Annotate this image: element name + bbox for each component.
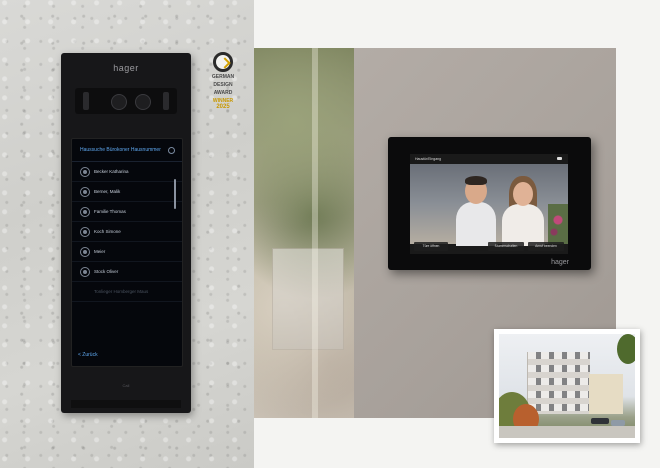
road	[499, 426, 635, 438]
monitor-display: Haustür/Eingang Türe öffnen Stummschalte…	[410, 154, 568, 254]
list-item-label: Koch Simone	[94, 229, 121, 234]
blurred-interior-photo	[254, 48, 354, 418]
car	[591, 418, 609, 424]
apartment-building	[527, 352, 590, 414]
bell-icon	[80, 267, 90, 277]
door-station: hager Haussuche Bürokoner Hausnummer Bec…	[61, 53, 191, 413]
light-slot-right	[163, 92, 169, 110]
list-title-text: Haussuche Bürokoner Hausnummer	[80, 147, 161, 153]
flowers	[548, 204, 568, 244]
end-call-button[interactable]: Anruf beenden	[528, 242, 564, 251]
list-item-label: Meier	[94, 249, 106, 254]
neighbor-building	[589, 374, 623, 414]
indoor-monitor: Haustür/Eingang Türe öffnen Stummschalte…	[388, 137, 591, 270]
list-item[interactable]: Familie Thomas	[72, 202, 182, 222]
sensor-icon	[135, 94, 151, 110]
list-item-label: Berner, Malik	[94, 189, 121, 194]
video-feed	[410, 164, 568, 246]
bell-icon	[80, 227, 90, 237]
person-body	[502, 204, 544, 246]
call-button[interactable]: Call	[61, 383, 191, 388]
building-photo	[494, 329, 640, 443]
award-year: 2025	[216, 104, 230, 110]
bell-icon	[80, 247, 90, 257]
door-station-brand: hager	[113, 63, 139, 73]
search-icon[interactable]	[168, 147, 175, 154]
monitor-brand: hager	[551, 259, 569, 266]
speaker-grille	[71, 400, 181, 408]
bell-icon	[80, 187, 90, 197]
window-shape	[272, 248, 344, 350]
award-line: DESIGN	[213, 82, 233, 88]
list-item[interactable]: Becker Katharina	[72, 162, 182, 182]
award-line: GERMAN	[211, 74, 235, 80]
person-head	[513, 182, 533, 206]
award-line: AWARD	[213, 90, 233, 96]
light-slot-left	[83, 92, 89, 110]
list-item[interactable]: Tonlieger Homberger Maus	[72, 282, 182, 302]
monitor-header: Haustür/Eingang	[415, 157, 442, 161]
list-item-label: Familie Thomas	[94, 209, 126, 214]
list-item[interactable]: Stock Oliver	[72, 262, 182, 282]
bell-icon	[80, 167, 90, 177]
camera-lens-icon	[111, 94, 127, 110]
design-award-badge: GERMAN DESIGN AWARD WINNER 2025	[206, 52, 240, 118]
list-item-label: Stock Oliver	[94, 269, 119, 274]
product-scene: hager Haussuche Bürokoner Hausnummer Bec…	[0, 0, 660, 468]
light-stripe	[312, 48, 318, 418]
open-door-button[interactable]: Türe öffnen	[414, 242, 448, 251]
person-body	[456, 202, 496, 246]
door-station-screen: Haussuche Bürokoner Hausnummer Becker Ka…	[71, 138, 183, 367]
list-item[interactable]: Meier	[72, 242, 182, 262]
scrollbar[interactable]	[174, 179, 176, 209]
camera-icon	[557, 157, 562, 160]
mute-button[interactable]: Stummschalten	[488, 242, 524, 251]
building-photo-image	[499, 334, 635, 438]
person-hair	[465, 176, 487, 185]
list-item-label: Tonlieger Homberger Maus	[94, 289, 149, 294]
camera-bar	[75, 88, 177, 114]
list-item-label: Becker Katharina	[94, 169, 129, 174]
list-title: Haussuche Bürokoner Hausnummer	[72, 139, 182, 162]
list-item[interactable]: Koch Simone	[72, 222, 182, 242]
bell-icon	[80, 207, 90, 217]
back-button[interactable]: < Zurück	[78, 352, 98, 358]
list-item[interactable]: Berner, Malik	[72, 182, 182, 202]
tree	[617, 334, 635, 364]
award-logo-icon	[213, 52, 233, 72]
